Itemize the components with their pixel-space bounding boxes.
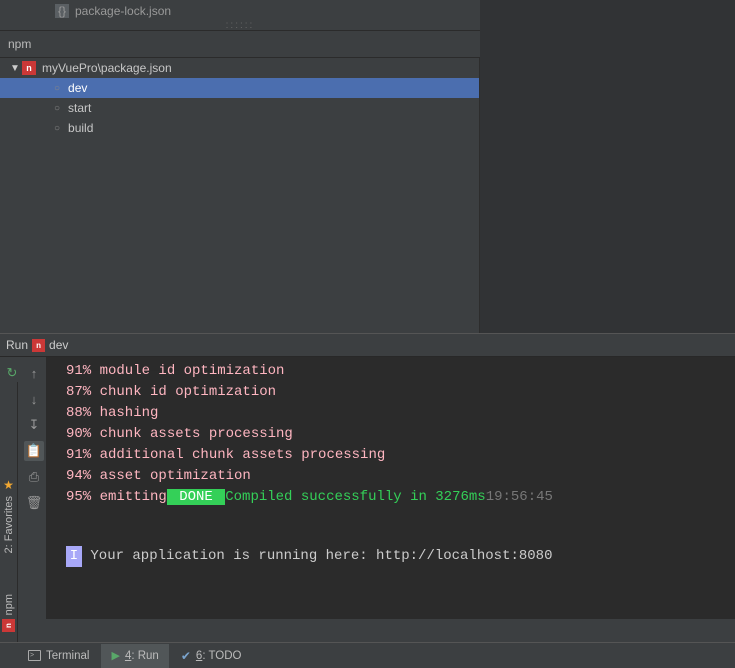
script-label: build	[68, 121, 93, 135]
run-panel-body: ↻ ↑ ■ ↓ ≣ ↧ ✦ 📋 ✖ ⎙ ? 🗑 91% module id op…	[0, 357, 735, 619]
app-url-message: Your application is running here: http:/…	[82, 548, 552, 564]
clip-button[interactable]: 📋	[24, 441, 44, 461]
done-badge: DONE	[167, 489, 225, 505]
run-tab[interactable]: ▶ 4: Run	[101, 644, 168, 668]
json-file-icon: {}	[55, 4, 69, 18]
info-badge: I	[66, 546, 82, 567]
script-label: dev	[68, 81, 87, 95]
script-item-start[interactable]: ○ start	[0, 98, 479, 118]
panel-splitter[interactable]: ::::::	[0, 22, 480, 30]
npm-scripts-tree: ▼ n myVuePro\package.json ○ dev ○ start …	[0, 58, 480, 333]
npm-icon: n	[32, 339, 45, 352]
bullet-icon: ○	[54, 123, 60, 134]
console-line: 91% additional chunk assets processing	[66, 447, 385, 463]
run-label: : Run	[131, 650, 159, 662]
favorites-star-icon: ★	[3, 478, 14, 492]
tree-root[interactable]: ▼ n myVuePro\package.json	[0, 58, 479, 78]
file-name: package-lock.json	[75, 4, 171, 18]
console-output[interactable]: 91% module id optimization 87% chunk id …	[46, 357, 735, 619]
npm-icon: n	[2, 619, 15, 632]
npm-panel-title: npm	[8, 37, 31, 51]
todo-tab[interactable]: ✔ 6: TODO	[171, 644, 252, 668]
timestamp: 19:56:45	[486, 489, 553, 505]
console-line: 91% module id optimization	[66, 363, 284, 379]
run-header-script: dev	[49, 338, 68, 352]
terminal-icon: >	[28, 650, 41, 661]
package-json-path: myVuePro\package.json	[42, 61, 172, 75]
terminal-tab[interactable]: > Terminal	[18, 644, 99, 668]
run-header-prefix: Run	[6, 338, 28, 352]
console-line: 88% hashing	[66, 405, 158, 421]
rerun-button[interactable]: ↻	[2, 363, 22, 383]
todo-label: : TODO	[202, 650, 241, 662]
run-panel-header: Run n dev	[0, 333, 735, 357]
scroll-button[interactable]: ↧	[24, 415, 44, 435]
compile-message: Compiled successfully in 3276ms	[225, 489, 485, 505]
play-icon: ▶	[111, 649, 119, 662]
npm-icon: n	[22, 61, 36, 75]
console-line: 90% chunk assets processing	[66, 426, 293, 442]
expand-arrow-icon[interactable]: ▼	[10, 63, 22, 74]
up-button[interactable]: ↑	[24, 363, 44, 383]
console-line: 94% asset optimization	[66, 468, 251, 484]
console-line: 95% emitting	[66, 489, 167, 505]
console-line: 87% chunk id optimization	[66, 384, 276, 400]
bottom-tool-tabs: > Terminal ▶ 4: Run ✔ 6: TODO	[0, 642, 735, 668]
editor-empty-area	[480, 0, 735, 333]
script-label: start	[68, 101, 91, 115]
npm-tab[interactable]: npm	[3, 594, 15, 615]
favorites-tab[interactable]: 2: Favorites	[3, 496, 15, 553]
bullet-icon: ○	[54, 83, 60, 94]
script-item-dev[interactable]: ○ dev	[0, 78, 479, 98]
print-button[interactable]: ⎙	[24, 467, 44, 487]
todo-icon: ✔	[181, 649, 191, 663]
down-button[interactable]: ↓	[24, 389, 44, 409]
script-item-build[interactable]: ○ build	[0, 118, 479, 138]
bullet-icon: ○	[54, 103, 60, 114]
terminal-label: Terminal	[46, 650, 89, 662]
left-tool-stripe: ★ 2: Favorites npm n	[0, 382, 18, 642]
trash-button[interactable]: 🗑	[24, 493, 44, 513]
